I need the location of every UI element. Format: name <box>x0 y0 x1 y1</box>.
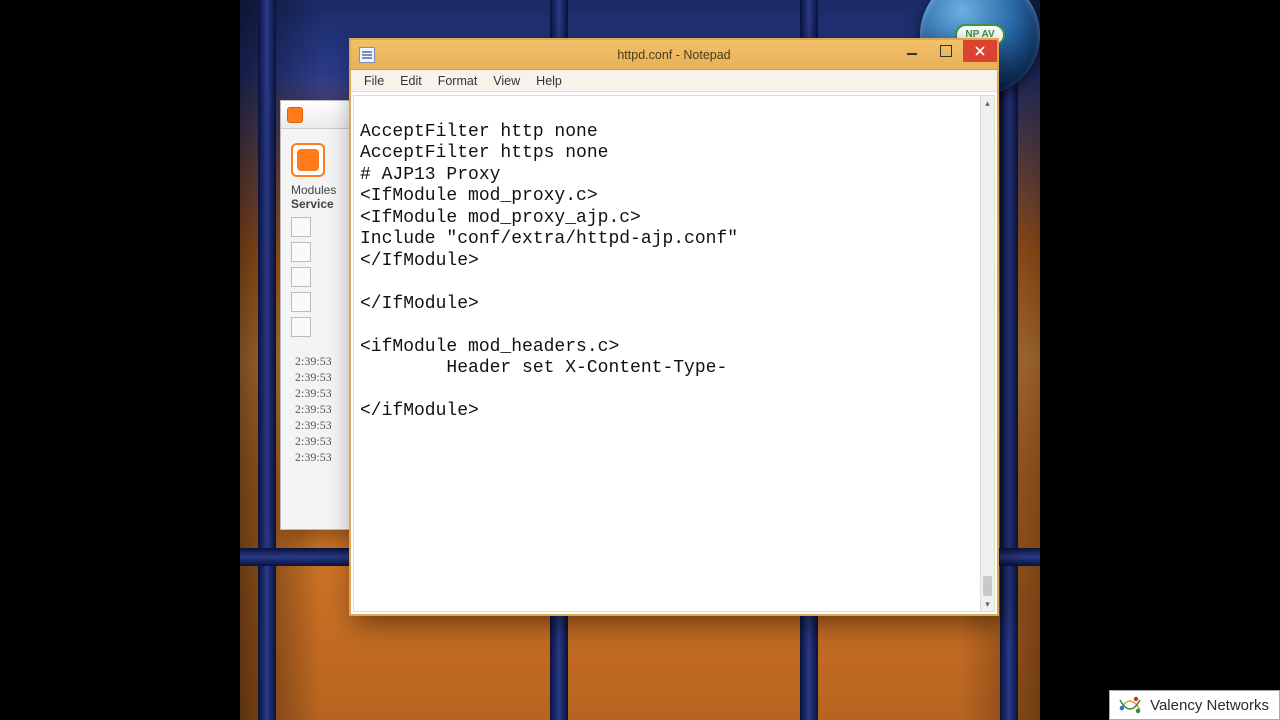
service-checkbox[interactable] <box>291 242 311 262</box>
service-checkbox[interactable] <box>291 292 311 312</box>
service-checkbox[interactable] <box>291 317 311 337</box>
log-time: 2:39:53 <box>295 369 332 385</box>
menu-edit[interactable]: Edit <box>393 72 429 90</box>
scrollbar-thumb[interactable] <box>983 576 992 596</box>
xampp-icon <box>287 107 303 123</box>
xampp-logo-icon <box>291 143 325 177</box>
notepad-menubar[interactable]: File Edit Format View Help <box>351 70 997 92</box>
menu-format[interactable]: Format <box>431 72 485 90</box>
minimize-button[interactable] <box>895 40 929 62</box>
valency-watermark: Valency Networks <box>1109 690 1280 720</box>
service-checkbox[interactable] <box>291 267 311 287</box>
scroll-up-arrow-icon[interactable]: ▴ <box>981 96 994 110</box>
log-time: 2:39:53 <box>295 385 332 401</box>
maximize-button[interactable] <box>929 40 963 62</box>
log-time: 2:39:53 <box>295 353 332 369</box>
notepad-window[interactable]: httpd.conf - Notepad File Edit Format Vi… <box>349 38 999 616</box>
notepad-client-area: AcceptFilter http none AcceptFilter http… <box>353 95 995 612</box>
xampp-log-timestamps: 2:39:53 2:39:53 2:39:53 2:39:53 2:39:53 … <box>295 353 332 465</box>
log-time: 2:39:53 <box>295 417 332 433</box>
menu-view[interactable]: View <box>486 72 527 90</box>
log-time: 2:39:53 <box>295 401 332 417</box>
notepad-text-area[interactable]: AcceptFilter http none AcceptFilter http… <box>354 96 980 611</box>
close-icon <box>975 46 985 56</box>
decor-bar <box>258 0 276 720</box>
notepad-icon <box>359 47 375 63</box>
menu-help[interactable]: Help <box>529 72 569 90</box>
log-time: 2:39:53 <box>295 449 332 465</box>
log-time: 2:39:53 <box>295 433 332 449</box>
service-checkbox[interactable] <box>291 217 311 237</box>
vertical-scrollbar[interactable]: ▴ ▾ <box>980 96 994 611</box>
notepad-titlebar[interactable]: httpd.conf - Notepad <box>351 40 997 70</box>
close-button[interactable] <box>963 40 997 62</box>
decor-bar <box>1000 0 1018 720</box>
valency-logo-icon <box>1116 694 1144 716</box>
scroll-down-arrow-icon[interactable]: ▾ <box>981 597 994 611</box>
watermark-text: Valency Networks <box>1150 698 1269 713</box>
menu-file[interactable]: File <box>357 72 391 90</box>
